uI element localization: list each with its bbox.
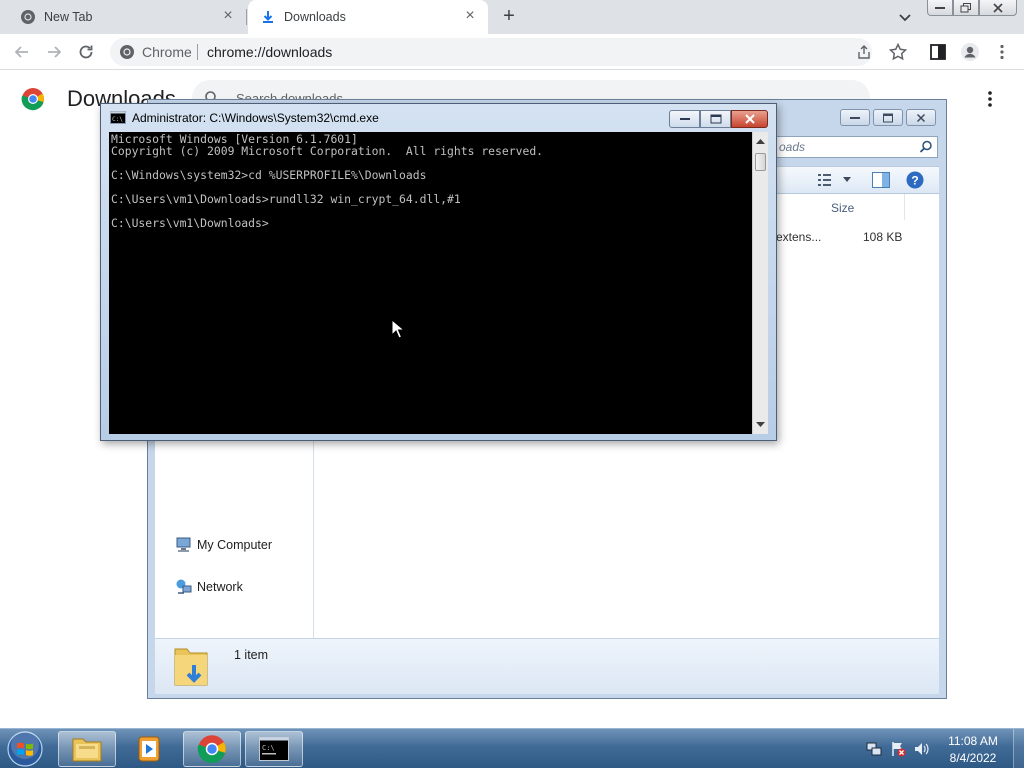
bookmark-star-icon[interactable] [888, 42, 908, 62]
explorer-details-pane: 1 item [155, 638, 939, 694]
console-line: C:\Windows\system32>cd %USERPROFILE%\Dow… [111, 168, 427, 182]
file-type-cell: extens... [776, 230, 822, 244]
profile-avatar-icon[interactable] [960, 42, 980, 62]
more-menu-icon[interactable] [992, 42, 1012, 62]
volume-icon[interactable] [914, 741, 930, 757]
address-bar[interactable]: Chrome chrome://downloads [110, 38, 872, 66]
explorer-maximize-button[interactable] [873, 109, 903, 126]
new-tab-button[interactable]: + [498, 6, 520, 28]
console-output[interactable]: Microsoft Windows [Version 6.1.7601] Cop… [109, 132, 752, 434]
search-icon [919, 140, 932, 153]
show-desktop-button[interactable] [1013, 729, 1024, 768]
computer-icon [176, 537, 191, 552]
explorer-close-button[interactable] [906, 109, 936, 126]
network-tray-icon[interactable] [866, 741, 882, 757]
scroll-up-icon[interactable] [756, 138, 765, 146]
omnibox-separator [197, 44, 198, 60]
close-window-button[interactable] [979, 0, 1017, 16]
cmd-icon: C:\ [110, 111, 126, 124]
explorer-folder-icon [72, 738, 102, 762]
action-center-icon[interactable] [890, 741, 906, 757]
nav-item-network[interactable]: Network [175, 578, 243, 596]
chevron-down-icon[interactable] [896, 8, 914, 26]
explorer-minimize-button[interactable] [840, 109, 870, 126]
tab-title: Downloads [284, 10, 346, 24]
chrome-icon [120, 45, 134, 59]
cmd-minimize-button[interactable] [669, 110, 700, 128]
scrollbar-thumb[interactable] [755, 153, 766, 171]
view-options-icon[interactable] [818, 173, 834, 187]
file-size-cell: 108 KB [863, 230, 903, 244]
console-line: Copyright (c) 2009 Microsoft Corporation… [111, 144, 544, 158]
tab-title: New Tab [44, 10, 93, 24]
console-prompt-line: C:\Users\vm1\Downloads> [111, 216, 269, 230]
share-icon[interactable] [856, 44, 872, 60]
help-icon[interactable]: ? [906, 171, 924, 189]
cmd-icon: C:\ [259, 737, 289, 761]
svg-text:?: ? [911, 174, 918, 188]
taskbar: C:\ 11:08 AM 8/4/2022 [0, 728, 1024, 768]
reload-icon[interactable] [76, 42, 96, 62]
chrome-icon [197, 735, 226, 763]
nav-item-label: Network [197, 580, 243, 594]
column-header-size[interactable]: Size [766, 194, 905, 220]
url-text[interactable]: chrome://downloads [207, 44, 332, 60]
back-icon[interactable] [12, 42, 32, 62]
item-count: 1 item [234, 648, 269, 662]
site-label: Chrome [142, 44, 192, 60]
clock-date[interactable]: 8/4/2022 [938, 751, 1008, 765]
chrome-logo-icon [21, 88, 44, 111]
nav-item-my-computer[interactable]: My Computer [175, 536, 272, 554]
download-icon [263, 11, 273, 23]
svg-text:C:\: C:\ [112, 116, 123, 123]
taskbar-explorer-button[interactable] [58, 731, 116, 767]
taskbar-cmd-button[interactable]: C:\ [245, 731, 303, 767]
side-panel-icon[interactable] [928, 42, 948, 62]
cmd-scrollbar[interactable] [752, 132, 768, 434]
tab-divider [246, 9, 247, 25]
explorer-search-placeholder: oads [779, 140, 806, 154]
downloads-folder-icon [174, 648, 208, 686]
preview-pane-icon[interactable] [872, 172, 890, 188]
clock-time[interactable]: 11:08 AM [938, 734, 1008, 748]
explorer-search-input[interactable]: oads [774, 136, 938, 158]
network-icon [176, 579, 192, 594]
forward-icon[interactable] [44, 42, 64, 62]
scroll-down-icon[interactable] [756, 420, 765, 428]
downloads-more-icon[interactable] [980, 88, 1000, 110]
start-button-icon[interactable] [6, 730, 44, 768]
cmd-window-title: Administrator: C:\Windows\System32\cmd.e… [132, 111, 379, 125]
tab-strip: New Tab × Downloads × + [0, 0, 1024, 34]
minimize-button[interactable] [927, 0, 953, 16]
chrome-icon [21, 10, 35, 24]
media-player-icon [138, 736, 160, 762]
svg-text:C:\: C:\ [262, 744, 275, 752]
restore-button[interactable] [953, 0, 979, 16]
cmd-window: C:\ Administrator: C:\Windows\System32\c… [100, 103, 777, 441]
tab-downloads[interactable]: Downloads × [248, 0, 488, 34]
console-line: C:\Users\vm1\Downloads>rundll32 win_cryp… [111, 192, 461, 206]
taskbar-media-player-button[interactable] [120, 731, 178, 767]
close-tab-icon[interactable]: × [462, 8, 478, 24]
tab-new-tab[interactable]: New Tab × [8, 0, 246, 34]
nav-item-label: My Computer [197, 538, 273, 552]
cmd-close-button[interactable] [731, 110, 768, 128]
mouse-cursor-icon [391, 319, 405, 339]
chevron-down-icon[interactable] [843, 177, 851, 183]
browser-toolbar: Chrome chrome://downloads [0, 34, 1024, 70]
cmd-maximize-button[interactable] [700, 110, 731, 128]
close-tab-icon[interactable]: × [220, 8, 236, 24]
taskbar-chrome-button[interactable] [183, 731, 241, 767]
